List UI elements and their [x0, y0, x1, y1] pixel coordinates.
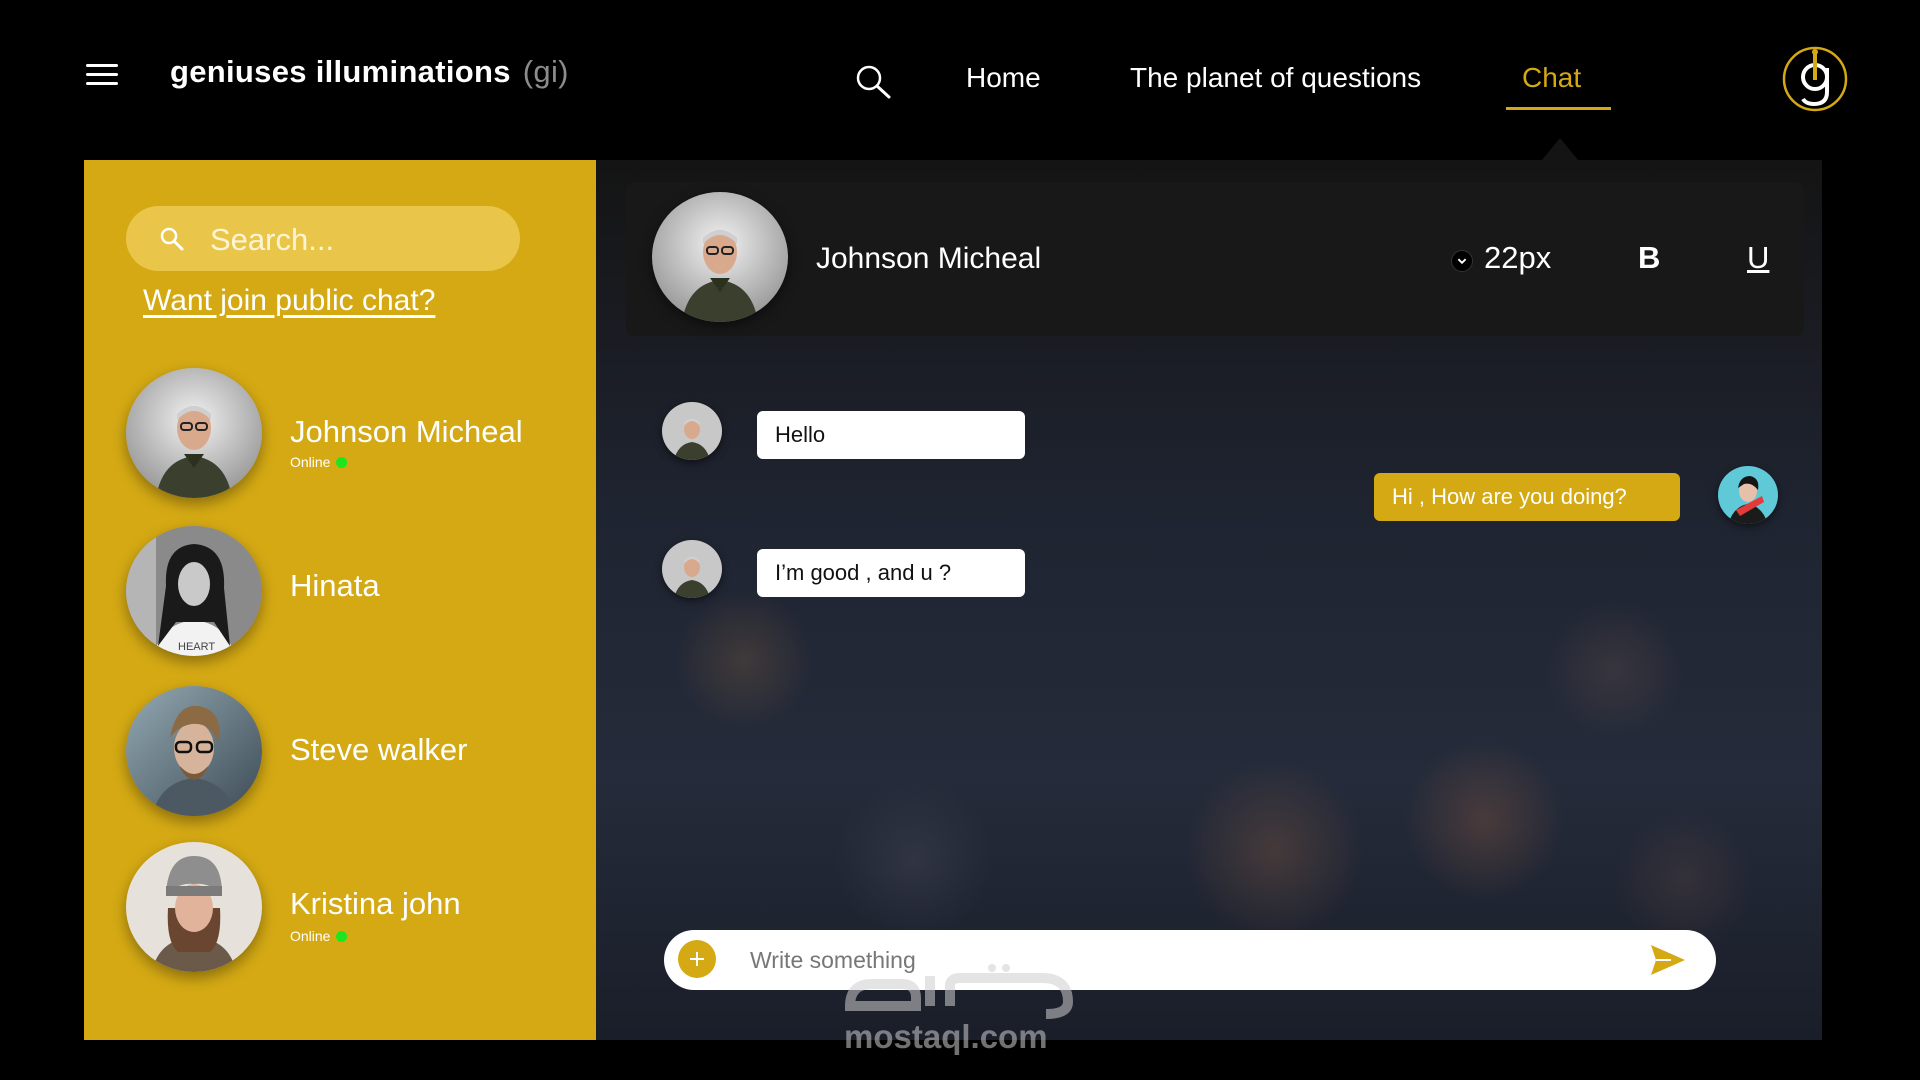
avatar: [662, 402, 722, 460]
search-icon[interactable]: [853, 62, 893, 102]
watermark-logo: [844, 964, 1074, 1019]
bold-button[interactable]: B: [1638, 240, 1660, 276]
avatar: [1718, 466, 1778, 524]
nav-active-indicator: [1506, 107, 1611, 110]
avatar: [126, 368, 262, 498]
chat-contact-name: Johnson Micheal: [816, 242, 1042, 275]
font-size-select[interactable]: 22px: [1484, 240, 1551, 276]
message-bubble: I’m good , and u ?: [757, 549, 1025, 597]
contact-search-input[interactable]: Search...: [126, 206, 520, 271]
top-navigation-bar: geniuses illuminations (gi) Home The plan…: [0, 0, 1920, 160]
search-placeholder: Search...: [210, 222, 335, 257]
nav-caret-pointer: [1542, 138, 1578, 160]
avatar: [126, 842, 262, 972]
svg-text:HEART: HEART: [178, 641, 215, 653]
join-public-chat-link[interactable]: Want join public chat?: [143, 284, 435, 318]
brand-title: geniuses illuminations (gi): [170, 54, 569, 90]
contact-item-johnson-micheal[interactable]: Johnson Micheal Online: [126, 368, 566, 498]
brand-abbreviation: (gi): [522, 54, 569, 89]
avatar: [662, 540, 722, 598]
hamburger-icon[interactable]: [86, 64, 118, 86]
contact-item-steve-walker[interactable]: Steve walker: [126, 686, 566, 816]
contact-name: Johnson Micheal: [290, 414, 523, 449]
nav-chat[interactable]: Chat: [1522, 62, 1581, 94]
watermark-text: mostaql.com: [844, 1018, 1048, 1055]
nav-home[interactable]: Home: [966, 62, 1041, 94]
search-icon: [160, 227, 184, 251]
online-indicator: [336, 457, 348, 468]
message-bubble: Hi , How are you doing?: [1374, 473, 1680, 521]
contact-status: Online: [290, 454, 348, 470]
contact-item-hinata[interactable]: HEART Hinata: [126, 526, 566, 656]
avatar: HEART: [126, 526, 262, 656]
message-bubble: Hello: [757, 411, 1025, 459]
contact-item-kristina-john[interactable]: Kristina john Online: [126, 842, 566, 972]
plus-icon[interactable]: [678, 940, 716, 978]
send-icon[interactable]: [1649, 942, 1687, 978]
contact-name: Steve walker: [290, 732, 468, 767]
avatar: [126, 686, 262, 816]
chat-header: Johnson Micheal 22px B U: [626, 182, 1804, 336]
chevron-down-icon[interactable]: [1451, 250, 1473, 272]
main-panel: Search... Want join public chat? Johnson…: [84, 160, 1822, 1040]
contact-name: Hinata: [290, 568, 380, 603]
underline-button[interactable]: U: [1747, 240, 1769, 276]
avatar: [652, 192, 788, 322]
contacts-sidebar: Search... Want join public chat? Johnson…: [84, 160, 596, 1040]
contact-status: Online: [290, 928, 348, 944]
message-composer: [664, 930, 1716, 990]
brand-name: geniuses illuminations: [170, 54, 511, 89]
gi-logo[interactable]: [1782, 46, 1848, 112]
contact-name: Kristina john: [290, 886, 461, 921]
nav-planet-of-questions[interactable]: The planet of questions: [1130, 62, 1421, 94]
online-indicator: [336, 931, 348, 942]
